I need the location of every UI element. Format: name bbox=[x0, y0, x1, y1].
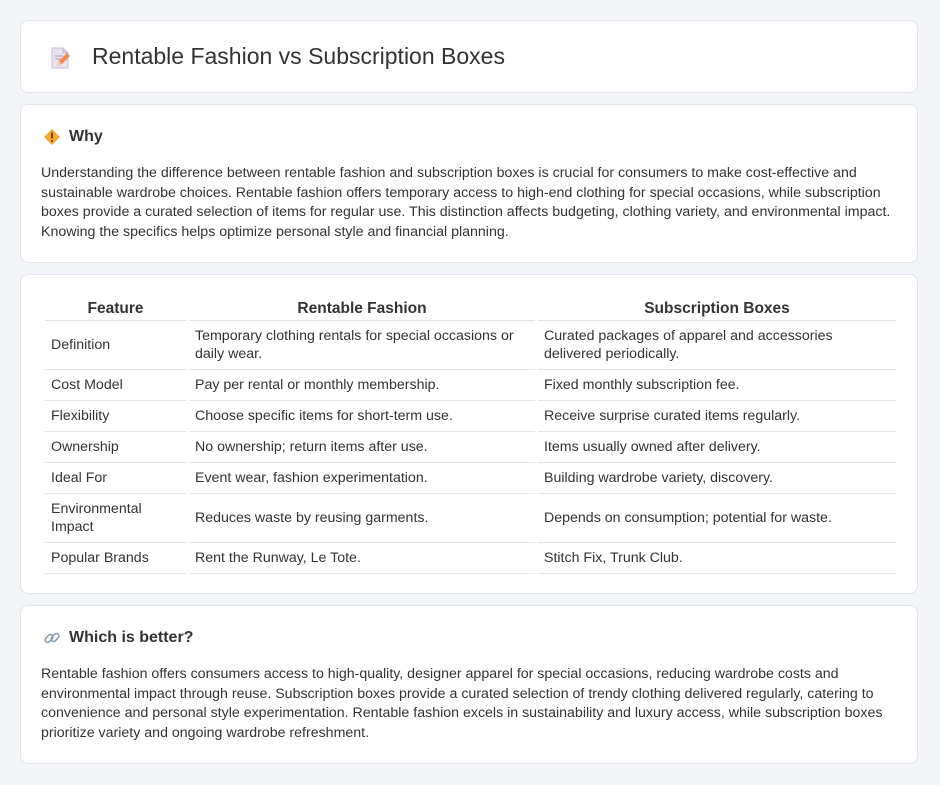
rentable-cell: Choose specific items for short-term use… bbox=[189, 401, 535, 432]
better-heading-row: Which is better? bbox=[43, 628, 193, 648]
better-text: Rentable fashion offers consumers access… bbox=[41, 666, 883, 741]
table-row: Definition Temporary clothing rentals fo… bbox=[45, 321, 896, 370]
feature-cell: Cost Model bbox=[45, 370, 186, 401]
rentable-cell: Reduces waste by reusing garments. bbox=[189, 494, 535, 543]
feature-cell: Popular Brands bbox=[45, 543, 186, 574]
rentable-cell: No ownership; return items after use. bbox=[189, 432, 535, 463]
better-heading: Which is better? bbox=[69, 629, 194, 646]
rentable-cell: Event wear, fashion experimentation. bbox=[189, 463, 535, 494]
link-icon bbox=[43, 629, 61, 647]
subscription-cell: Building wardrobe variety, discovery. bbox=[538, 463, 896, 494]
header-card: Rentable Fashion vs Subscription Boxes bbox=[20, 20, 918, 93]
which-is-better-section: Which is better? Rentable fashion offers… bbox=[20, 605, 918, 764]
comparison-table: Feature Rentable Fashion Subscription Bo… bbox=[42, 295, 899, 574]
table-row: Environmental Impact Reduces waste by re… bbox=[45, 494, 896, 543]
table-row: Ideal For Event wear, fashion experiment… bbox=[45, 463, 896, 494]
rentable-cell: Temporary clothing rentals for special o… bbox=[189, 321, 535, 370]
why-heading-row: Why bbox=[43, 127, 103, 147]
rentable-cell: Pay per rental or monthly membership. bbox=[189, 370, 535, 401]
table-row: Ownership No ownership; return items aft… bbox=[45, 432, 896, 463]
why-heading: Why bbox=[69, 128, 103, 145]
subscription-cell: Stitch Fix, Trunk Club. bbox=[538, 543, 896, 574]
feature-cell: Flexibility bbox=[45, 401, 186, 432]
table-row: Cost Model Pay per rental or monthly mem… bbox=[45, 370, 896, 401]
rentable-cell: Rent the Runway, Le Tote. bbox=[189, 543, 535, 574]
feature-cell: Definition bbox=[45, 321, 186, 370]
table-row: Popular Brands Rent the Runway, Le Tote.… bbox=[45, 543, 896, 574]
subscription-cell: Receive surprise curated items regularly… bbox=[538, 401, 896, 432]
subscription-cell: Fixed monthly subscription fee. bbox=[538, 370, 896, 401]
column-header: Rentable Fashion bbox=[189, 295, 535, 321]
why-section: Why Understanding the difference between… bbox=[20, 104, 918, 263]
page-title: Rentable Fashion vs Subscription Boxes bbox=[92, 43, 505, 69]
document-edit-icon bbox=[48, 46, 72, 70]
table-row: Flexibility Choose specific items for sh… bbox=[45, 401, 896, 432]
subscription-cell: Depends on consumption; potential for wa… bbox=[538, 494, 896, 543]
column-header: Subscription Boxes bbox=[538, 295, 896, 321]
feature-cell: Environmental Impact bbox=[45, 494, 186, 543]
subscription-cell: Curated packages of apparel and accessor… bbox=[538, 321, 896, 370]
table-header-row: Feature Rentable Fashion Subscription Bo… bbox=[45, 295, 896, 321]
why-text: Understanding the difference between ren… bbox=[41, 165, 891, 240]
column-header: Feature bbox=[45, 295, 186, 321]
comparison-section: Feature Rentable Fashion Subscription Bo… bbox=[20, 274, 918, 594]
subscription-cell: Items usually owned after delivery. bbox=[538, 432, 896, 463]
feature-cell: Ownership bbox=[45, 432, 186, 463]
warning-diamond-icon bbox=[43, 128, 61, 146]
feature-cell: Ideal For bbox=[45, 463, 186, 494]
